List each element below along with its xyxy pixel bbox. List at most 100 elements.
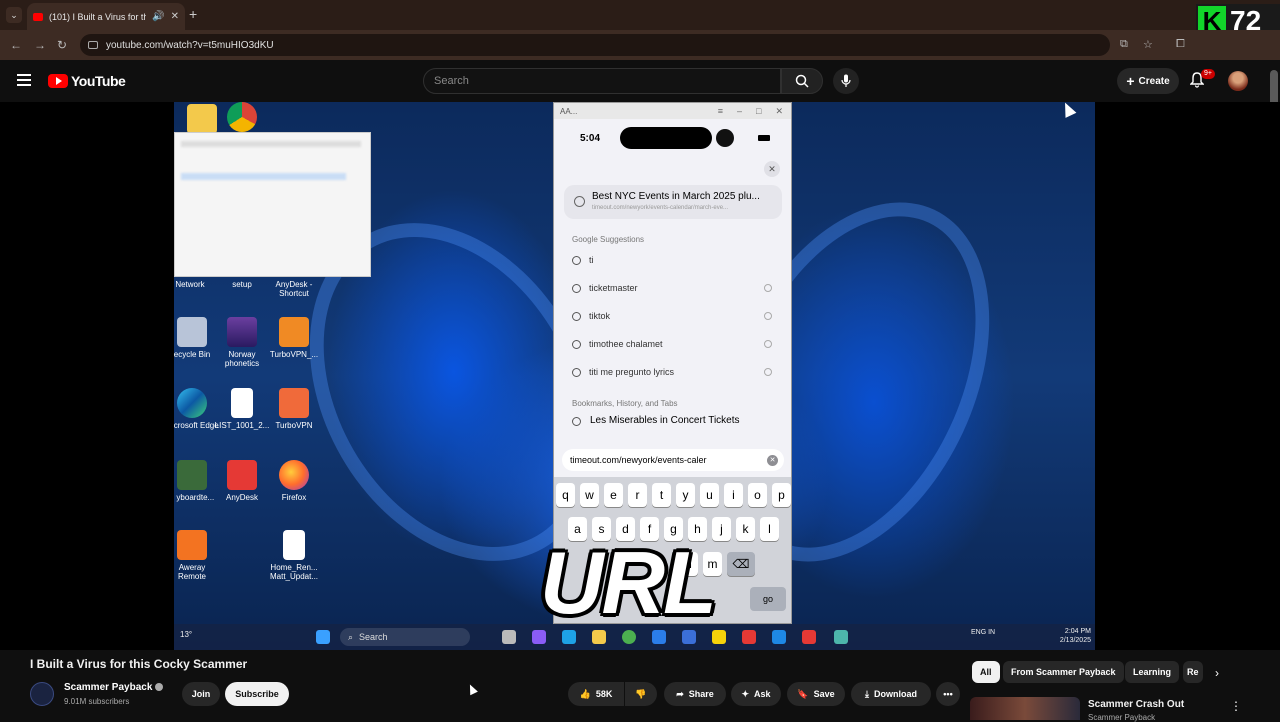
search-button[interactable] — [781, 68, 823, 94]
desktop-icon-turbovpn-installer[interactable]: TurboVPN_... — [266, 317, 322, 359]
desktop-icon-network[interactable]: Network — [174, 280, 218, 289]
forward-arrow-icon[interactable]: → — [34, 38, 46, 52]
fill-arrow-icon[interactable] — [764, 368, 772, 376]
recommendation-thumbnail[interactable] — [970, 697, 1080, 720]
chip-all[interactable]: All — [972, 661, 1000, 683]
ask-button[interactable]: ✦ Ask — [731, 682, 781, 706]
tab-close-icon[interactable]: ✕ — [171, 11, 179, 22]
key-e[interactable]: e — [604, 483, 623, 507]
blurred-bar — [181, 173, 346, 180]
task-view-icon[interactable] — [502, 630, 516, 644]
download-button[interactable]: ⤓ Download — [851, 682, 931, 706]
key-y[interactable]: y — [676, 483, 695, 507]
bookmark-star-icon[interactable]: ☆ — [1143, 38, 1153, 51]
mouse-cursor-icon — [466, 682, 478, 696]
taskbar-search[interactable]: ⌕ Search — [340, 628, 470, 646]
recommendation-title[interactable]: Scammer Crash Out — [1088, 699, 1184, 710]
go-key[interactable]: go — [750, 587, 786, 611]
key-q[interactable]: q — [556, 483, 575, 507]
globe-icon — [574, 196, 585, 207]
suggestion-text: ticketmaster — [589, 283, 638, 293]
save-button[interactable]: 🔖 Save — [787, 682, 845, 706]
tab-search-chevron-icon[interactable]: ⌄ — [6, 7, 22, 23]
folder-icon — [187, 104, 217, 134]
search-input[interactable]: Search — [423, 68, 781, 94]
join-button[interactable]: Join — [182, 682, 220, 706]
fill-arrow-icon[interactable] — [764, 340, 772, 348]
share-button[interactable]: ➦ Share — [664, 682, 726, 706]
reload-icon[interactable]: ↻ — [57, 38, 67, 52]
browser-tab-active[interactable]: (101) I Built a Virus for this 🔊 ✕ — [27, 3, 185, 30]
new-tab-plus-icon[interactable]: + — [189, 6, 197, 22]
key-p[interactable]: p — [772, 483, 791, 507]
desktop-icon-home-rental[interactable]: Home_Ren... Matt_Updat... — [266, 530, 322, 581]
video-player[interactable]: Network setup AnyDesk - Shortcut ecycle … — [0, 100, 1280, 650]
desktop-icon-label: TurboVPN_... — [269, 350, 319, 359]
youtube-taskbar-icon[interactable] — [742, 630, 756, 644]
desktop-icon-list-file[interactable]: LIST_1001_2... — [214, 388, 270, 430]
subscribe-button[interactable]: Subscribe — [225, 682, 289, 706]
desktop-icon-aweray[interactable]: Aweray Remote — [174, 530, 220, 581]
recommendation-menu-icon[interactable]: ⋮ — [1230, 699, 1242, 713]
window-minimize-icon[interactable]: – — [737, 106, 742, 117]
desktop-icon-setup[interactable]: setup — [214, 280, 270, 289]
chip-from-channel[interactable]: From Scammer Payback — [1003, 661, 1124, 683]
document-taskbar-icon[interactable] — [772, 630, 786, 644]
desktop-icon-firefox[interactable]: Firefox — [266, 460, 322, 502]
top-hit-result[interactable]: Best NYC Events in March 2025 plu... tim… — [564, 185, 782, 219]
backspace-key-icon[interactable]: ⌫ — [727, 552, 755, 576]
desktop-icon-anydesk-shortcut[interactable]: AnyDesk - Shortcut — [266, 280, 322, 298]
anydesk-taskbar-icon[interactable] — [802, 630, 816, 644]
language-indicator[interactable]: ENG IN — [971, 629, 995, 637]
account-avatar[interactable] — [1228, 71, 1248, 91]
key-i[interactable]: i — [724, 483, 743, 507]
chip-partial[interactable]: Re — [1183, 661, 1203, 683]
key-u[interactable]: u — [700, 483, 719, 507]
create-button[interactable]: + Create — [1117, 68, 1179, 94]
key-o[interactable]: o — [748, 483, 767, 507]
suggestions-close-icon[interactable]: ✕ — [764, 161, 780, 177]
dislike-button[interactable]: 👎 — [625, 682, 657, 706]
extensions-icon[interactable]: ⧠ — [1176, 38, 1185, 51]
cast-icon[interactable]: ⧉ — [1120, 38, 1128, 51]
menu-hamburger-icon[interactable] — [17, 74, 31, 89]
phone-url-field[interactable]: timeout.com/newyork/events-caler ✕ — [562, 449, 784, 471]
clear-text-icon[interactable]: ✕ — [767, 454, 778, 466]
channel-avatar[interactable] — [30, 682, 54, 706]
like-button[interactable]: 👍 58K — [568, 682, 624, 706]
suggestion-item[interactable]: ti — [572, 251, 772, 269]
window-maximize-icon[interactable]: □ — [756, 106, 761, 117]
window-menu-icon[interactable]: ≡ — [718, 106, 723, 117]
site-info-icon[interactable] — [88, 41, 98, 49]
windows-start-icon[interactable] — [316, 630, 330, 644]
phone-link-icon[interactable] — [834, 630, 848, 644]
fill-arrow-icon[interactable] — [764, 312, 772, 320]
key-r[interactable]: r — [628, 483, 647, 507]
voice-search-button[interactable] — [833, 68, 859, 94]
chip-learning[interactable]: Learning — [1125, 661, 1180, 683]
bookmark-item[interactable]: Les Miserables in Concert Tickets — [572, 415, 772, 426]
suggestion-item[interactable]: timothee chalamet — [572, 335, 772, 353]
key-w[interactable]: w — [580, 483, 599, 507]
suggestion-item[interactable]: titi me pregunto lyrics — [572, 363, 772, 381]
chips-next-arrow-icon[interactable]: › — [1215, 666, 1219, 680]
weather-widget[interactable]: 13° — [180, 630, 192, 639]
desktop-icon-turbovpn[interactable]: TurboVPN — [266, 388, 322, 430]
key-t[interactable]: t — [652, 483, 671, 507]
youtube-logo[interactable]: YouTube — [48, 73, 126, 89]
back-arrow-icon[interactable]: ← — [10, 38, 22, 52]
more-actions-button[interactable]: ••• — [936, 682, 960, 706]
url-omnibox[interactable]: youtube.com/watch?v=t5muHIO3dKU — [80, 34, 1110, 56]
channel-name[interactable]: Scammer Payback — [64, 682, 164, 693]
suggestion-item[interactable]: tiktok — [572, 307, 772, 325]
desktop-icon-chrome[interactable] — [214, 102, 270, 135]
speaker-icon[interactable]: 🔊 — [152, 11, 164, 22]
taskbar-clock[interactable]: 2:04 PM 2/13/2025 — [1060, 627, 1091, 645]
key-k[interactable]: k — [736, 517, 755, 541]
suggestion-item[interactable]: ticketmaster — [572, 279, 772, 297]
desktop-icon-anydesk[interactable]: AnyDesk — [214, 460, 270, 502]
fill-arrow-icon[interactable] — [764, 284, 772, 292]
desktop-icon-norway-phonetics[interactable]: Norway phonetics — [214, 317, 270, 368]
key-l[interactable]: l — [760, 517, 779, 541]
window-close-icon[interactable]: ✕ — [775, 106, 783, 117]
